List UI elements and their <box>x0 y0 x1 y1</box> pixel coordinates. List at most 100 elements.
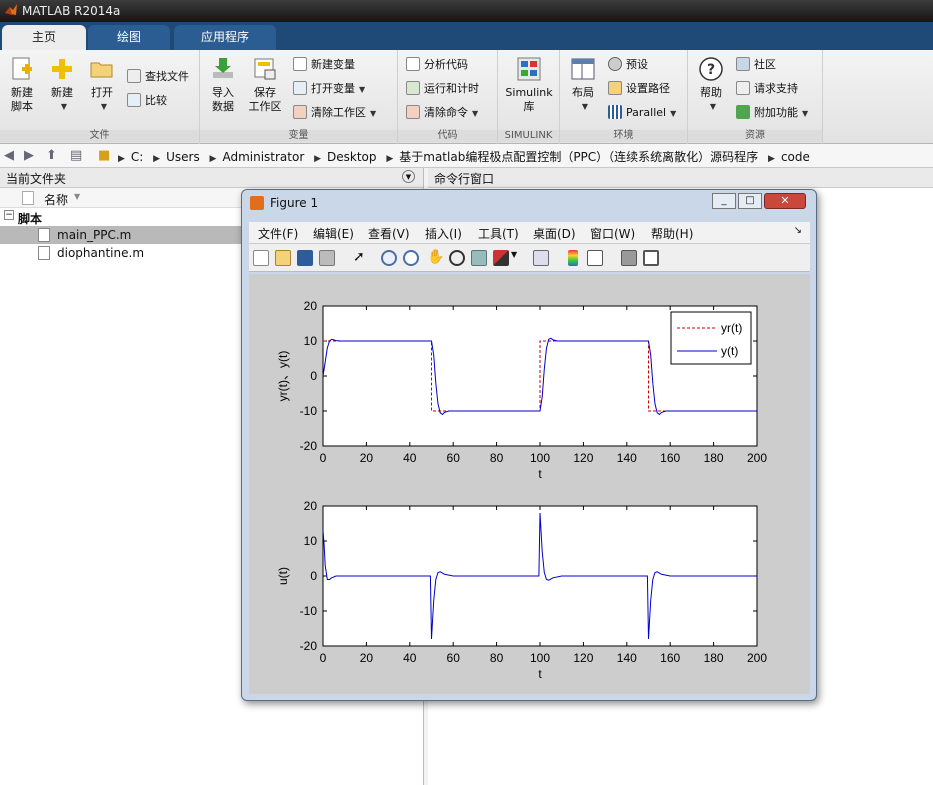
x-tick-label: 60 <box>447 451 461 465</box>
x-tick-label: 60 <box>447 651 461 665</box>
new-var-label: 新建变量 <box>311 58 355 71</box>
parallel-icon <box>608 105 622 119</box>
menu-file[interactable]: 文件(F) <box>258 225 298 242</box>
print-icon[interactable] <box>319 250 335 266</box>
open-label: 打开 <box>91 86 113 99</box>
parallel-label: Parallel <box>626 106 667 119</box>
set-path-button[interactable]: 设置路径 <box>608 80 670 100</box>
import-label-1: 导入 <box>212 86 234 99</box>
group-label-environment: 环境 <box>560 130 687 142</box>
menu-tools[interactable]: 工具(T) <box>478 225 519 242</box>
close-button[interactable]: ✕ <box>764 193 806 209</box>
collapse-icon[interactable]: − <box>4 210 14 220</box>
legend-box <box>670 311 752 365</box>
pan-hand-icon[interactable]: ✋ <box>427 250 444 266</box>
new-variable-button[interactable]: 新建变量 <box>293 56 355 76</box>
menu-help[interactable]: 帮助(H) <box>651 225 693 242</box>
menu-edit[interactable]: 编辑(E) <box>313 225 354 242</box>
brush-icon[interactable] <box>493 250 509 266</box>
set-path-label: 设置路径 <box>626 82 670 95</box>
new-figure-icon[interactable] <box>253 250 269 266</box>
compare-button[interactable]: 比较 <box>127 92 167 112</box>
brush-dropdown-icon[interactable]: ▼ <box>511 250 519 266</box>
panel-actions-icon[interactable]: ▼ <box>402 170 415 183</box>
parallel-button[interactable]: Parallel ▼ <box>608 104 676 124</box>
save-workspace-button[interactable]: 保存 工作区 <box>244 56 286 114</box>
tab-plots[interactable]: 绘图 <box>88 25 170 50</box>
simulink-label-2: 库 <box>523 100 535 113</box>
menu-window[interactable]: 窗口(W) <box>590 225 635 242</box>
x-tick-label: 0 <box>320 451 327 465</box>
menu-view[interactable]: 查看(V) <box>368 225 410 242</box>
name-column-header[interactable]: 名称 <box>44 191 68 208</box>
open-variable-button[interactable]: 打开变量 ▼ <box>293 80 365 100</box>
back-arrow-icon[interactable]: ◀ <box>4 148 14 163</box>
breadcrumb-desktop[interactable]: Desktop <box>327 150 377 164</box>
run-and-time-button[interactable]: 运行和计时 <box>406 80 479 100</box>
x-tick-label: 100 <box>530 451 550 465</box>
figure-window[interactable]: Figure 1 _ □ ✕ 文件(F) 编辑(E) 查看(V) 插入(I) 工… <box>241 189 817 701</box>
minimize-button[interactable]: _ <box>712 193 736 209</box>
file-name: diophantine.m <box>57 246 145 260</box>
simulink-library-button[interactable]: Simulink 库 <box>502 56 556 114</box>
group-label-resources: 资源 <box>688 130 822 142</box>
simulink-icon <box>516 56 542 82</box>
add-ons-icon <box>736 105 750 119</box>
find-files-button[interactable]: 查找文件 <box>127 68 189 88</box>
help-button[interactable]: ? 帮助 ▼ <box>694 56 728 114</box>
link-plot-icon[interactable] <box>533 250 549 266</box>
tab-home[interactable]: 主页 <box>2 25 86 50</box>
new-script-button[interactable]: 新建 脚本 <box>4 56 40 114</box>
breadcrumb-administrator[interactable]: Administrator <box>222 150 304 164</box>
breadcrumb-drive[interactable]: C: <box>131 150 143 164</box>
breadcrumb-separator-icon: ▶ <box>209 154 217 164</box>
colorbar-icon[interactable] <box>568 250 578 266</box>
clear-workspace-button[interactable]: 清除工作区 ▼ <box>293 104 376 124</box>
layout-icon <box>570 56 596 82</box>
x-tick-label: 180 <box>704 451 724 465</box>
m-file-icon <box>38 228 50 242</box>
request-support-button[interactable]: 请求支持 <box>736 80 798 100</box>
breadcrumb-project-folder[interactable]: 基于matlab编程极点配置控制（PPC）（连续系统离散化）源码程序 <box>399 150 758 164</box>
analyze-code-button[interactable]: 分析代码 <box>406 56 468 76</box>
breadcrumb-code[interactable]: code <box>781 150 810 164</box>
pointer-icon[interactable]: ➚ <box>353 250 369 266</box>
zoom-out-icon[interactable] <box>403 250 419 266</box>
dock-arrow-icon[interactable]: ↘ <box>794 225 802 236</box>
zoom-in-icon[interactable] <box>381 250 397 266</box>
preferences-button[interactable]: 预设 <box>608 56 648 76</box>
x-tick-label: 140 <box>617 451 637 465</box>
new-button[interactable]: 新建 ▼ <box>44 56 80 114</box>
layout-button[interactable]: 布局 ▼ <box>566 56 600 114</box>
menu-desktop[interactable]: 桌面(D) <box>533 225 576 242</box>
x-tick-label: 100 <box>530 651 550 665</box>
tab-apps[interactable]: 应用程序 <box>174 25 276 50</box>
y-tick-label: 0 <box>310 369 317 383</box>
browse-folder-icon[interactable]: ▤ <box>70 148 82 163</box>
y-axis-label: u(t) <box>276 567 290 585</box>
open-file-icon[interactable] <box>275 250 291 266</box>
data-cursor-icon[interactable] <box>471 250 487 266</box>
save-icon[interactable] <box>297 250 313 266</box>
forward-arrow-icon[interactable]: ▶ <box>24 148 34 163</box>
community-button[interactable]: 社区 <box>736 56 776 76</box>
open-button[interactable]: 打开 ▼ <box>84 56 120 114</box>
rotate-3d-icon[interactable] <box>449 250 465 266</box>
menu-insert[interactable]: 插入(I) <box>425 225 462 242</box>
layout-label: 布局 <box>572 86 594 99</box>
add-ons-button[interactable]: 附加功能 ▼ <box>736 104 808 124</box>
breadcrumb-users[interactable]: Users <box>166 150 200 164</box>
x-tick-label: 200 <box>747 451 767 465</box>
command-window-header: 命令行窗口 <box>428 168 933 188</box>
clear-commands-button[interactable]: 清除命令 ▼ <box>406 104 478 124</box>
y-tick-label: -10 <box>300 604 318 618</box>
ribbon-group-variable: 导入 数据 保存 工作区 新建变量 打开变量 ▼ 清除工作区 ▼ 变量 <box>200 50 398 144</box>
import-data-button[interactable]: 导入 数据 <box>206 56 240 114</box>
ribbon: 新建 脚本 新建 ▼ 打开 ▼ 查找文件 比较 文件 导入 数据 保存 工作区 … <box>0 50 933 144</box>
hide-plot-tools-icon[interactable] <box>621 250 637 266</box>
maximize-button[interactable]: □ <box>738 193 762 209</box>
up-folder-icon[interactable]: ⬆ <box>46 148 57 163</box>
legend-icon[interactable] <box>587 250 603 266</box>
show-plot-tools-icon[interactable] <box>643 250 659 266</box>
open-variable-icon <box>293 81 307 95</box>
